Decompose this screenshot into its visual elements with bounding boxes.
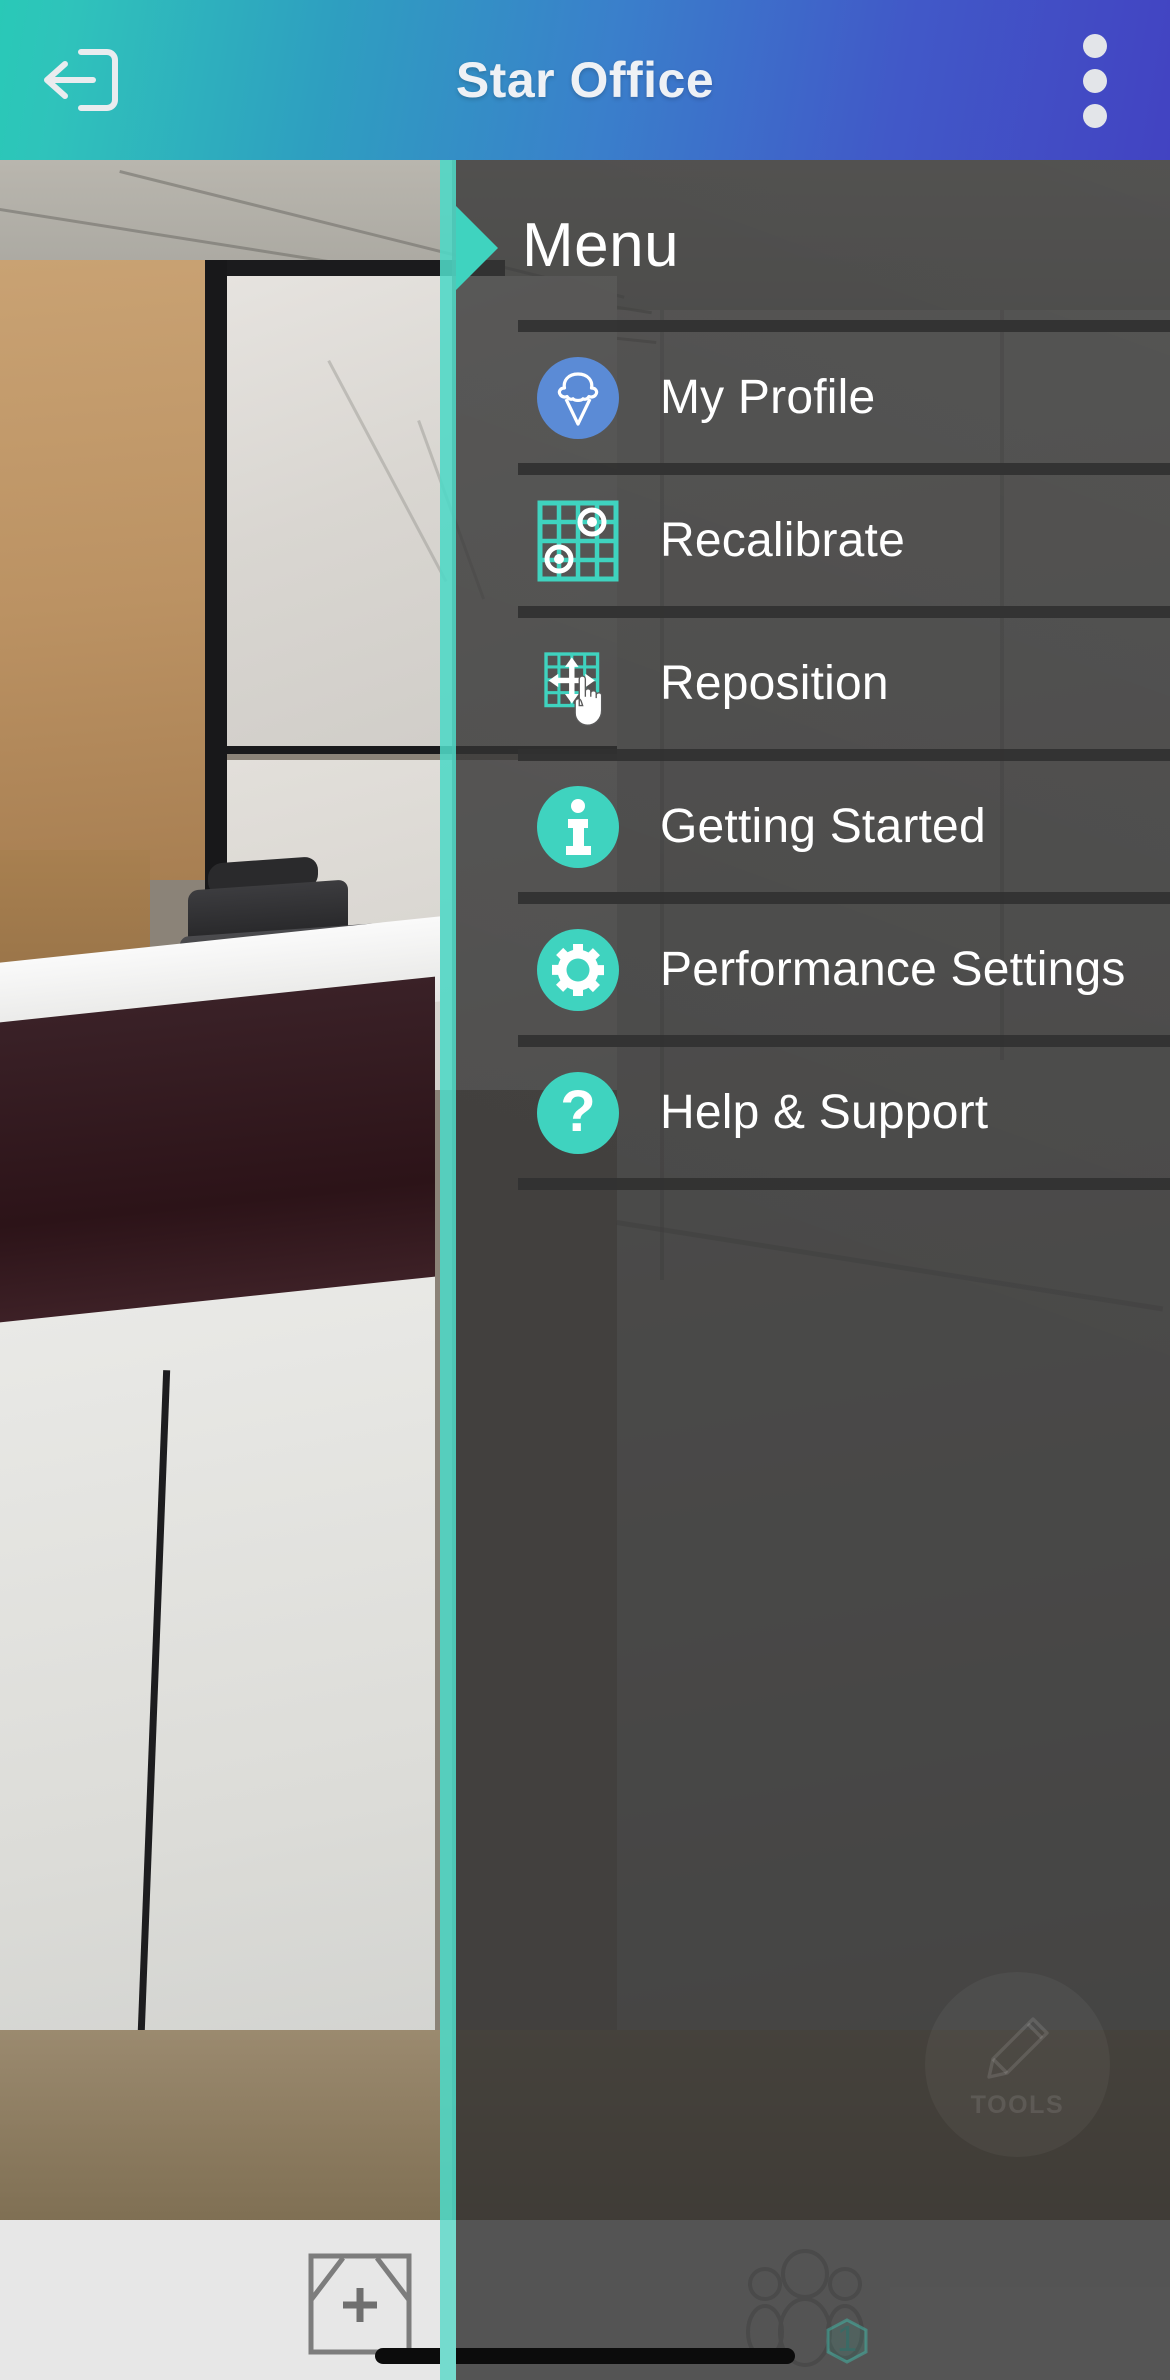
gear-circle-icon — [532, 924, 624, 1016]
kebab-dot — [1083, 104, 1107, 128]
home-indicator-bar[interactable] — [375, 2348, 795, 2364]
grid-target-icon — [532, 495, 624, 587]
menu-item-label: Performance Settings — [660, 943, 1126, 996]
menu-item-getting-started[interactable]: Getting Started — [518, 761, 1170, 892]
ice-cream-avatar-icon — [532, 352, 624, 444]
kebab-dot — [1083, 69, 1107, 93]
three-dot-menu-icon[interactable] — [1062, 28, 1128, 134]
menu-item-recalibrate[interactable]: Recalibrate — [518, 475, 1170, 606]
people-badge-count: 1 — [837, 2318, 857, 2359]
camera-wood-panel — [0, 260, 205, 880]
menu-item-label: Help & Support — [660, 1086, 989, 1139]
camera-frame-column — [205, 260, 227, 920]
menu-separator — [518, 463, 1170, 475]
question-mark-glyph: ? — [560, 1078, 596, 1144]
menu-separator — [518, 1178, 1170, 1190]
menu-separator — [518, 606, 1170, 618]
tools-fab-button[interactable]: TOOLS — [925, 1972, 1110, 2157]
bottom-accent-bar — [440, 2220, 456, 2380]
menu-item-label: Reposition — [660, 657, 889, 710]
menu-item-my-profile[interactable]: My Profile — [518, 332, 1170, 463]
menu-separator — [518, 320, 1170, 332]
side-menu-drawer: Menu My Profile Recalibrate Reposition G… — [456, 160, 1170, 2220]
info-circle-icon — [532, 781, 624, 873]
menu-separator — [518, 892, 1170, 904]
page-title: Star Office — [455, 52, 715, 108]
add-room-plus-icon[interactable] — [305, 2250, 415, 2358]
menu-item-help-support[interactable]: ? Help & Support — [518, 1047, 1170, 1178]
menu-item-reposition[interactable]: Reposition — [518, 618, 1170, 749]
menu-separator — [518, 1035, 1170, 1047]
question-circle-icon: ? — [532, 1067, 624, 1159]
menu-item-performance-settings[interactable]: Performance Settings — [518, 904, 1170, 1035]
drawer-accent-bar — [440, 160, 456, 2380]
ar-app-screen: Menu My Profile Recalibrate Reposition G… — [0, 0, 1170, 2380]
menu-list: My Profile Recalibrate Reposition Gettin… — [518, 320, 1170, 1190]
grid-move-hand-icon — [532, 638, 624, 730]
app-header: Star Office — [0, 0, 1170, 160]
kebab-dot — [1083, 34, 1107, 58]
menu-item-label: Recalibrate — [660, 514, 905, 567]
tools-fab-label: TOOLS — [970, 2091, 1065, 2119]
pencil-icon — [986, 2017, 1049, 2079]
menu-item-label: My Profile — [660, 371, 876, 424]
drawer-title: Menu — [522, 211, 680, 280]
menu-separator — [518, 749, 1170, 761]
menu-item-label: Getting Started — [660, 800, 986, 853]
